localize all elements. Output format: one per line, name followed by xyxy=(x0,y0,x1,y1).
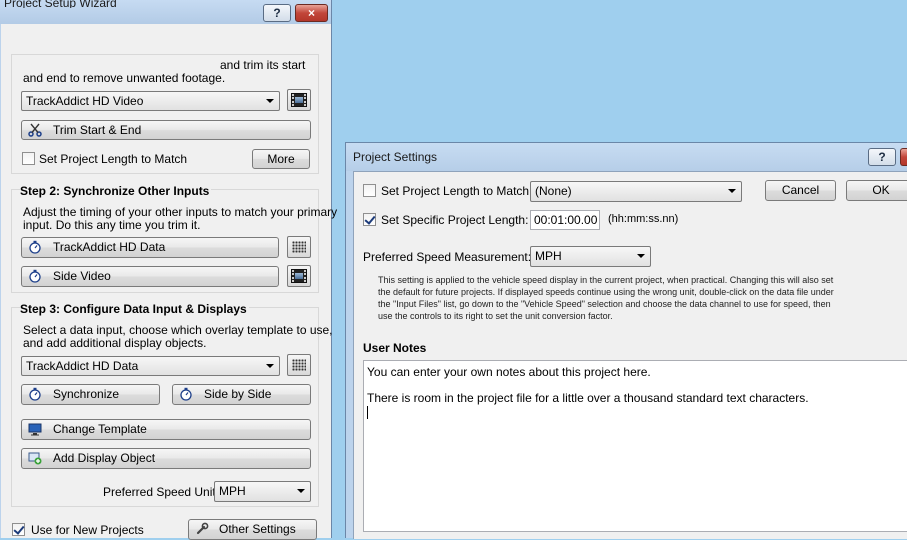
user-notes-textarea[interactable]: You can enter your own notes about this … xyxy=(363,360,907,532)
sync-input-side-video-label: Side Video xyxy=(53,269,111,283)
set-length-match-checkbox[interactable] xyxy=(363,184,376,197)
settings-titlebar[interactable]: Project Settings ? xyxy=(346,143,907,171)
wrench-icon xyxy=(196,522,209,535)
settings-close-button[interactable] xyxy=(900,148,907,166)
change-template-label: Change Template xyxy=(53,422,147,436)
project-length-input[interactable]: 00:01:00.00 xyxy=(530,210,600,230)
sync-input-trackaddict-data-button[interactable]: TrackAddict HD Data xyxy=(21,237,279,258)
ok-label: OK xyxy=(872,183,890,197)
set-length-label: Set Project Length to Match xyxy=(39,152,188,166)
synchronize-button[interactable]: Synchronize xyxy=(21,384,160,405)
project-settings-dialog: Project Settings ? Set Project Length to… xyxy=(345,142,907,539)
chevron-down-icon xyxy=(297,489,305,493)
synchronize-label: Synchronize xyxy=(53,387,120,401)
step2-description-line2: input. Do this any time you trim it. xyxy=(23,218,201,232)
set-length-checkbox[interactable] xyxy=(22,152,35,165)
video-preview-button[interactable] xyxy=(287,89,311,111)
chevron-down-icon xyxy=(266,364,274,368)
speed-help-line2: the default for future projects. If disp… xyxy=(378,287,834,297)
more-label: More xyxy=(267,152,295,166)
trim-start-end-button[interactable]: Trim Start & End xyxy=(21,120,311,140)
user-notes-title: User Notes xyxy=(363,341,427,355)
speed-unit-dropdown[interactable]: MPH xyxy=(214,481,311,502)
speed-help-line1: This setting is applied to the vehicle s… xyxy=(378,275,834,285)
sync-input-trackaddict-data-label: TrackAddict HD Data xyxy=(53,240,166,254)
add-display-object-label: Add Display Object xyxy=(53,451,156,465)
other-settings-label: Other Settings xyxy=(219,522,296,536)
wizard-client-area: and trim its start and end to remove unw… xyxy=(1,24,337,540)
step1-intro-text: and trim its start xyxy=(220,58,306,72)
length-match-dropdown[interactable]: (None) xyxy=(530,181,742,202)
step3-title: Step 3: Configure Data Input & Displays xyxy=(20,302,249,316)
side-by-side-button[interactable]: Side by Side xyxy=(172,384,311,405)
wizard-help-button[interactable]: ? xyxy=(263,4,291,22)
stopwatch-icon xyxy=(29,269,41,283)
use-for-new-projects-label: Use for New Projects xyxy=(31,523,144,537)
text-caret xyxy=(367,406,368,419)
cancel-button[interactable]: Cancel xyxy=(765,180,836,201)
settings-client-area: Set Project Length to Match: (None) Canc… xyxy=(353,171,907,539)
stopwatch-icon xyxy=(29,240,41,254)
video-source-value: TrackAddict HD Video xyxy=(26,94,144,108)
stopwatch-icon xyxy=(29,387,41,401)
speed-help-line4: use the controls to its right to set the… xyxy=(378,311,613,321)
use-for-new-projects-checkbox[interactable] xyxy=(12,523,25,536)
more-button[interactable]: More xyxy=(252,149,310,169)
user-notes-line1: You can enter your own notes about this … xyxy=(367,365,651,379)
data-channels-button[interactable] xyxy=(287,236,311,258)
step3-description-line1: Select a data input, choose which overla… xyxy=(23,323,333,337)
step2-description-line1: Adjust the timing of your other inputs t… xyxy=(23,205,338,219)
data-input-value: TrackAddict HD Data xyxy=(26,359,139,373)
settings-title: Project Settings xyxy=(353,150,438,164)
length-match-value: (None) xyxy=(535,184,572,198)
data-grid-icon xyxy=(292,359,306,371)
trim-start-end-label: Trim Start & End xyxy=(53,123,142,137)
monitor-icon xyxy=(28,423,42,436)
film-icon xyxy=(291,93,307,107)
ok-button[interactable]: OK xyxy=(846,180,907,201)
speed-unit-label: Preferred Speed Unit: xyxy=(103,485,220,499)
side-by-side-label: Side by Side xyxy=(204,387,272,401)
settings-help-button[interactable]: ? xyxy=(868,148,896,166)
speed-measurement-value: MPH xyxy=(535,249,562,263)
data-input-dropdown[interactable]: TrackAddict HD Data xyxy=(21,356,280,376)
set-specific-length-checkbox[interactable] xyxy=(363,213,376,226)
add-display-object-button[interactable]: Add Display Object xyxy=(21,448,311,469)
wizard-titlebar[interactable]: Project Setup Wizard ? × xyxy=(0,0,331,24)
side-video-preview-button[interactable] xyxy=(287,265,311,287)
add-display-icon xyxy=(28,452,42,465)
wizard-close-button[interactable]: × xyxy=(295,4,328,22)
step2-title: Step 2: Synchronize Other Inputs xyxy=(20,184,212,198)
data-input-channels-button[interactable] xyxy=(287,354,311,376)
length-format-hint: (hh:mm:ss.nn) xyxy=(608,213,679,225)
sync-input-side-video-button[interactable]: Side Video xyxy=(21,266,279,287)
project-setup-wizard-window: Project Setup Wizard ? × and trim its st… xyxy=(0,0,337,540)
speed-measurement-dropdown[interactable]: MPH xyxy=(530,246,651,267)
wizard-title: Project Setup Wizard xyxy=(4,0,117,8)
chevron-down-icon xyxy=(728,189,736,193)
chevron-down-icon xyxy=(637,254,645,258)
cancel-label: Cancel xyxy=(781,183,820,197)
step3-description-line2: and add additional display objects. xyxy=(23,336,207,350)
set-length-match-label: Set Project Length to Match: xyxy=(381,184,533,198)
video-source-dropdown[interactable]: TrackAddict HD Video xyxy=(21,91,280,111)
speed-measurement-label: Preferred Speed Measurement: xyxy=(363,250,532,264)
film-icon xyxy=(291,269,307,283)
scissors-icon xyxy=(28,123,42,137)
other-settings-button[interactable]: Other Settings xyxy=(188,519,317,540)
step1-intro-text-line2: and end to remove unwanted footage. xyxy=(23,71,226,85)
change-template-button[interactable]: Change Template xyxy=(21,419,311,440)
data-grid-icon xyxy=(292,241,306,253)
speed-unit-value: MPH xyxy=(219,484,246,498)
speed-help-line3: the "Input Files" list, go down to the "… xyxy=(378,299,831,309)
stopwatch-icon xyxy=(180,387,192,401)
set-specific-length-label: Set Specific Project Length: xyxy=(381,213,529,227)
user-notes-line2: There is room in the project file for a … xyxy=(367,391,809,405)
chevron-down-icon xyxy=(266,99,274,103)
